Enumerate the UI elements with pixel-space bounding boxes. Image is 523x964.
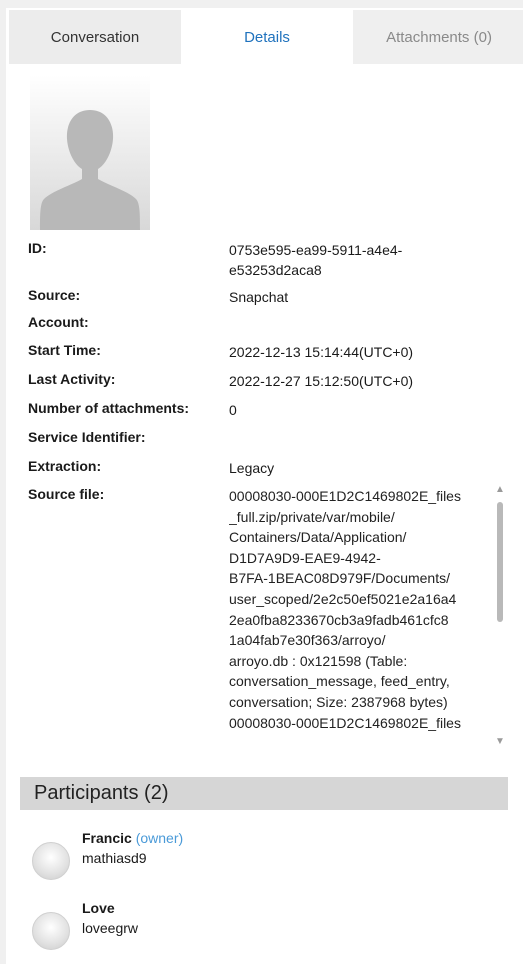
scroll-up-arrow-icon[interactable]: ▲ (494, 484, 506, 496)
account-label: Account: (28, 314, 89, 330)
participant-name: Love (82, 900, 115, 916)
source-file-scrollbox[interactable]: 00008030-000E1D2C1469802E_files _full.zi… (229, 486, 477, 746)
participant-name-text: Francic (82, 830, 132, 846)
source-file-line: conversation_message, feed_entry, (229, 673, 450, 690)
source-file-line: conversation; Size: 2387968 bytes) (229, 693, 448, 710)
participant-username: loveegrw (82, 920, 139, 936)
participant-item[interactable]: Francic (owner) mathiasd9 (32, 830, 432, 880)
conversation-avatar (30, 75, 150, 230)
start-time-label: Start Time: (28, 342, 101, 358)
participant-name-text: Love (82, 900, 115, 916)
source-file-line: Containers/Data/Application/ (229, 529, 407, 546)
source-file-line: _full.zip/private/var/mobile/ (229, 508, 395, 525)
id-value-line-2: e53253d2aca8 (229, 262, 322, 278)
tab-attachments[interactable]: Attachments (0) (353, 10, 523, 64)
attachments-count-value: 0 (229, 402, 237, 418)
source-file-label: Source file: (28, 486, 105, 502)
source-label: Source: (28, 287, 81, 303)
participant-role: (owner) (135, 830, 184, 846)
source-file-line: D1D7A9D9-EAE9-4942- (229, 549, 381, 566)
participant-item[interactable]: Love loveegrw (32, 900, 432, 950)
attachments-count-label: Number of attachments: (28, 400, 190, 416)
participant-username: mathiasd9 (82, 850, 147, 866)
source-file-value: 00008030-000E1D2C1469802E_files _full.zi… (229, 486, 475, 733)
start-time-value: 2022-12-13 15:14:44(UTC+0) (229, 344, 414, 360)
participant-name: Francic (owner) (82, 830, 183, 846)
source-value: Snapchat (229, 289, 289, 305)
id-label: ID: (28, 240, 47, 256)
participants-header: Participants (2) (20, 777, 508, 810)
source-file-scrollbar[interactable]: ▲ ▼ (494, 484, 506, 748)
scroll-down-arrow-icon[interactable]: ▼ (494, 736, 506, 748)
source-file-line: 1a04fab7e30f363/arroyo/ (229, 632, 386, 649)
source-file-line: arroyo.db : 0x121598 (Table: (229, 652, 408, 669)
window-frame-top (0, 0, 523, 8)
source-file-line: user_scoped/2e2c50ef5021e2a16a4 (229, 590, 457, 607)
tab-conversation[interactable]: Conversation (9, 10, 181, 64)
id-value-line-1: 0753e595-ea99-5911-a4e4- (229, 242, 403, 258)
tab-details[interactable]: Details (181, 10, 353, 64)
source-file-line: 2ea0fba8233670cb3a9fadb461cfc8 (229, 611, 449, 628)
tab-bar: Conversation Details Attachments (0) (9, 10, 523, 64)
person-silhouette-icon (40, 110, 140, 230)
window-frame-left (0, 0, 6, 964)
last-activity-label: Last Activity: (28, 371, 116, 387)
source-file-line: 00008030-000E1D2C1469802E_files (229, 714, 461, 731)
participant-avatar-icon (32, 842, 70, 880)
source-file-line: 00008030-000E1D2C1469802E_files (229, 488, 461, 504)
last-activity-value: 2022-12-27 15:12:50(UTC+0) (229, 373, 414, 389)
service-identifier-label: Service Identifier: (28, 429, 146, 445)
scrollbar-thumb[interactable] (497, 502, 503, 622)
participant-avatar-icon (32, 912, 70, 950)
id-value: 0753e595-ea99-5911-a4e4- e53253d2aca8 (229, 240, 467, 280)
extraction-label: Extraction: (28, 458, 102, 474)
extraction-value: Legacy (229, 460, 275, 476)
source-file-line: B7FA-1BEAC08D979F/Documents/ (229, 570, 450, 587)
